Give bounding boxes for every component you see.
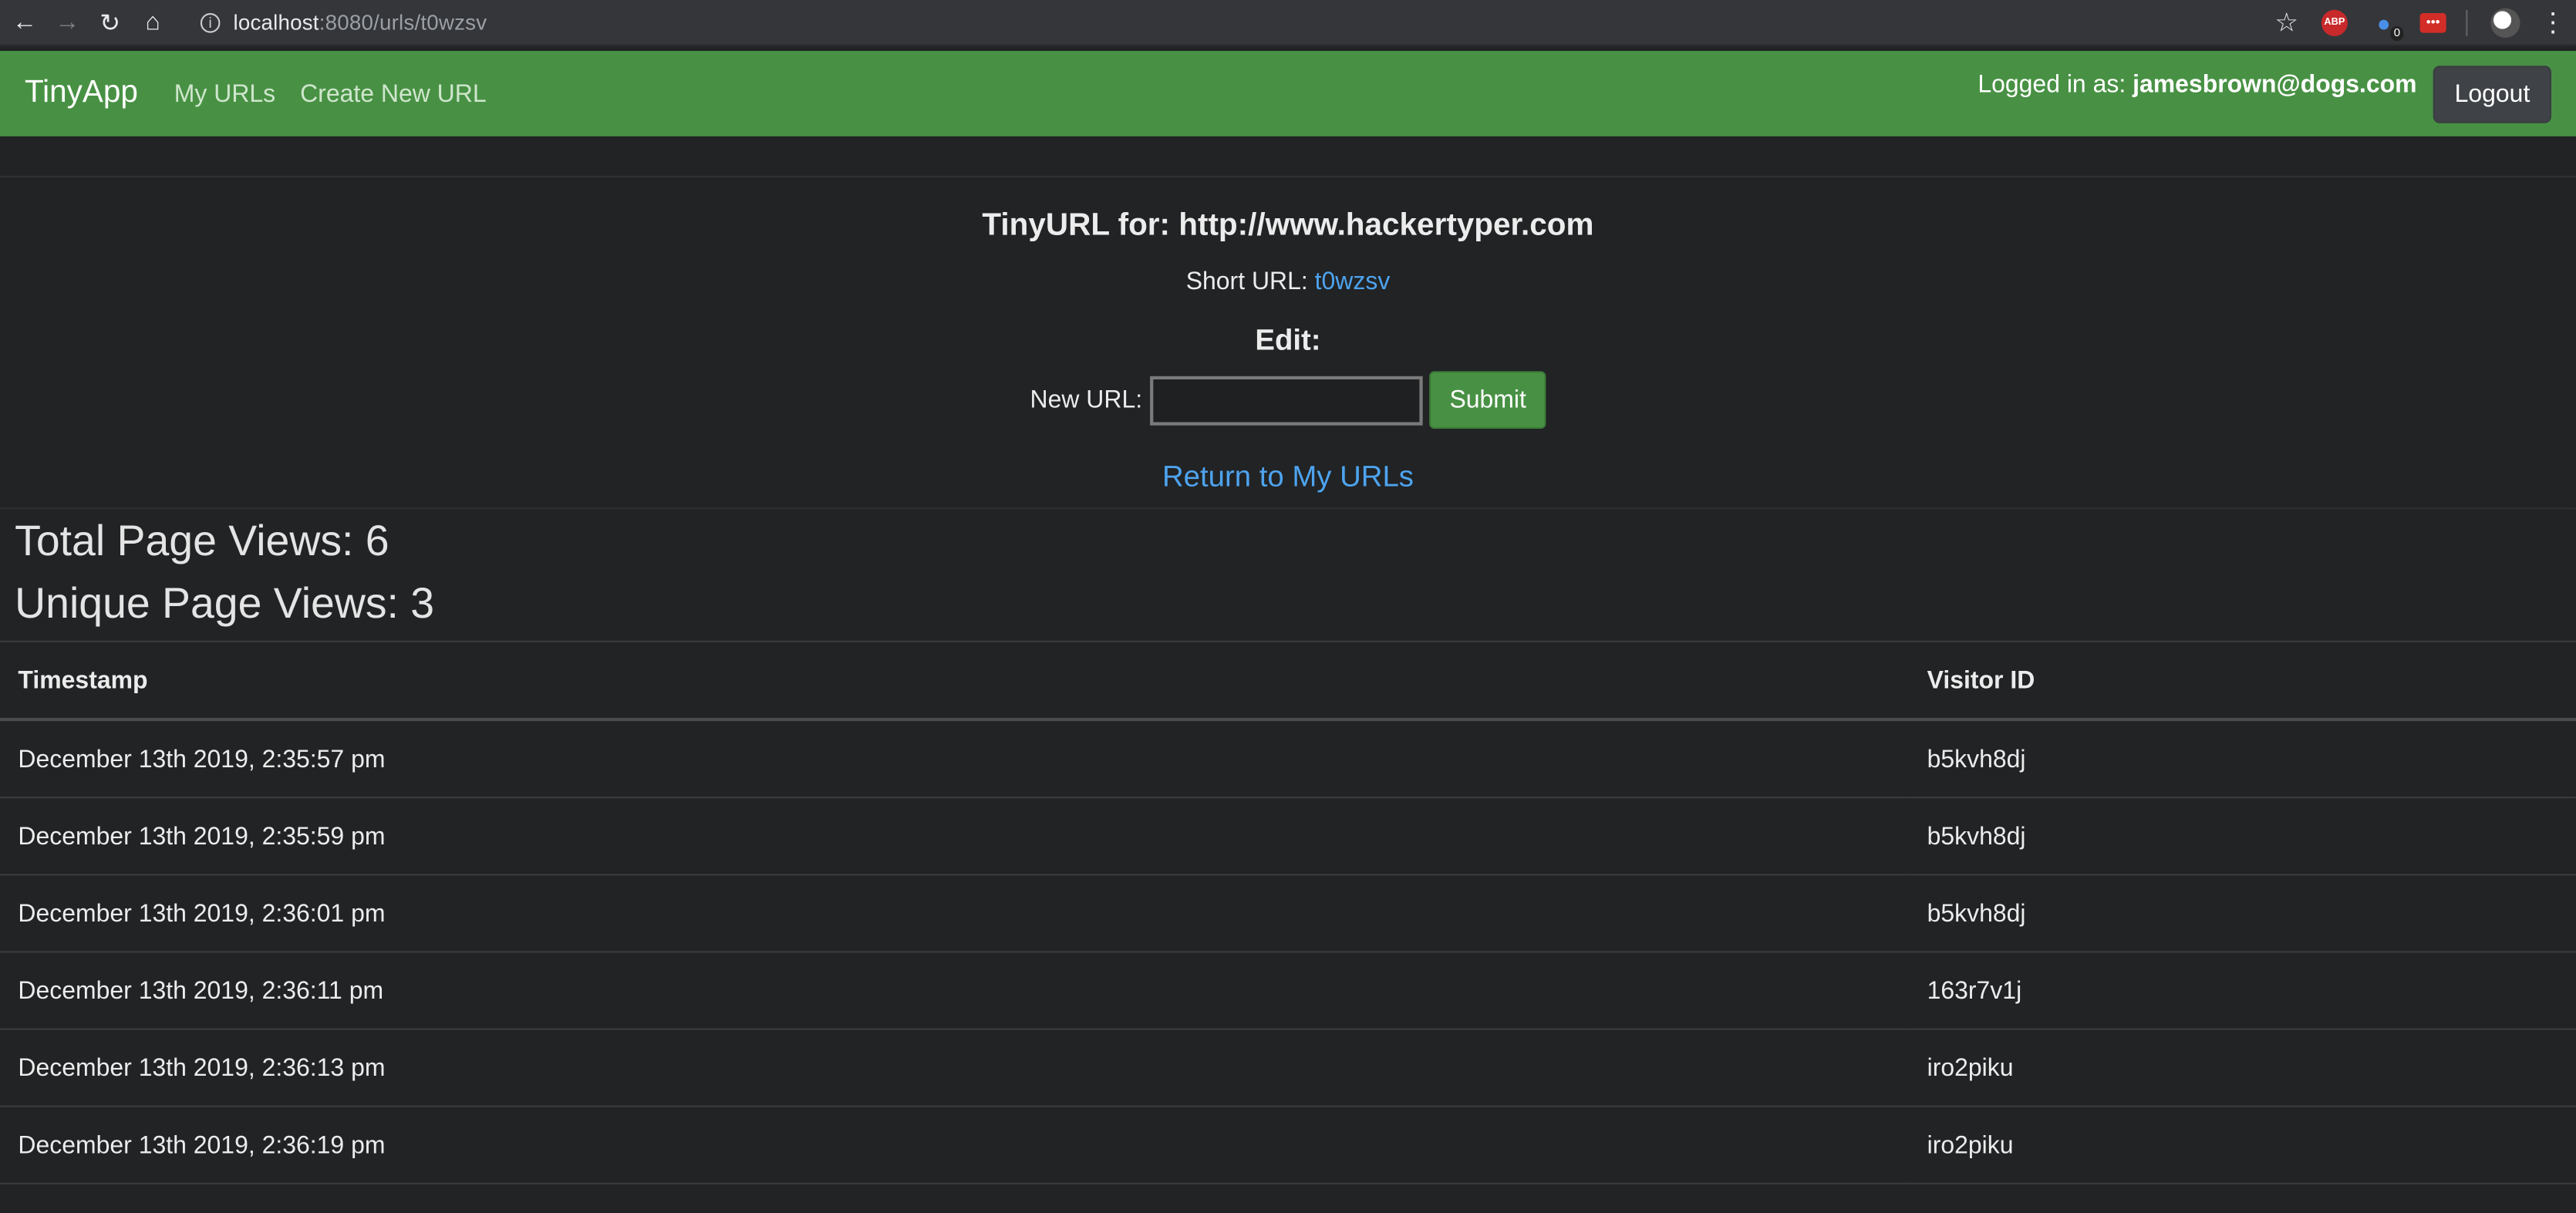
- edit-form: New URL: Submit: [0, 371, 2576, 429]
- visits-table: Timestamp Visitor ID December 13th 2019,…: [0, 640, 2576, 1184]
- visitor-id-cell: 163r7v1j: [1909, 952, 2576, 1030]
- url-host: localhost: [233, 9, 319, 35]
- tinyurl-title: TinyURL for: http://www.hackertyper.com: [982, 208, 1594, 244]
- reload-icon[interactable]: ↻: [92, 4, 128, 40]
- content-top-divider: [0, 136, 2576, 178]
- brand-link[interactable]: TinyApp: [25, 76, 138, 112]
- timestamp-cell: December 13th 2019, 2:35:59 pm: [0, 797, 1910, 876]
- logout-button[interactable]: Logout: [2433, 65, 2552, 123]
- bookmark-star-icon[interactable]: ☆: [2274, 5, 2298, 39]
- forward-icon[interactable]: →: [49, 4, 86, 40]
- timestamp-cell: December 13th 2019, 2:35:57 pm: [0, 719, 1910, 799]
- visitor-id-cell: b5kvh8dj: [1909, 719, 2576, 799]
- header-timestamp: Timestamp: [0, 640, 1910, 722]
- edit-heading: Edit:: [1255, 323, 1321, 357]
- lastpass-extension-icon[interactable]: •••: [2419, 12, 2446, 32]
- navbar-user-area: Logged in as: jamesbrown@dogs.com Logout: [1978, 51, 2552, 136]
- short-url-label: Short URL:: [1185, 268, 1308, 296]
- table-row: December 13th 2019, 2:36:01 pm b5kvh8dj: [0, 874, 2576, 953]
- ghostery-extension-icon[interactable]: ● 0: [2371, 9, 2404, 41]
- toolbar-divider: [2466, 8, 2468, 35]
- visitor-id-cell: b5kvh8dj: [1909, 874, 2576, 953]
- new-url-input[interactable]: [1150, 375, 1424, 425]
- return-to-my-urls-link[interactable]: Return to My URLs: [0, 460, 2576, 510]
- table-row: December 13th 2019, 2:36:19 pm iro2piku: [0, 1106, 2576, 1184]
- adblock-extension-icon[interactable]: ABP: [2321, 8, 2348, 35]
- nav-link-my-urls[interactable]: My URLs: [174, 79, 275, 107]
- nav-link-create-new-url[interactable]: Create New URL: [300, 79, 487, 107]
- url-path: :8080/urls/t0wzsv: [319, 9, 487, 35]
- timestamp-cell: December 13th 2019, 2:36:11 pm: [0, 952, 1910, 1030]
- table-row: December 13th 2019, 2:36:11 pm 163r7v1j: [0, 952, 2576, 1030]
- url-detail-card: TinyURL for: http://www.hackertyper.com …: [0, 209, 2576, 510]
- table-header-row: Timestamp Visitor ID: [0, 640, 2576, 722]
- page-view-stats: Total Page Views: 6 Unique Page Views: 3: [0, 509, 2576, 634]
- home-icon[interactable]: ⌂: [135, 4, 171, 40]
- timestamp-cell: December 13th 2019, 2:36:19 pm: [0, 1106, 1910, 1184]
- logged-in-prefix: Logged in as:: [1978, 69, 2126, 98]
- page: ← → ↻ ⌂ i localhost:8080/urls/t0wzsv ☆ A…: [0, 0, 2576, 1213]
- visitor-id-cell: iro2piku: [1909, 1106, 2576, 1184]
- submit-button[interactable]: Submit: [1429, 371, 1546, 429]
- toolbar-right: ☆ ABP ● 0 ••• ⋮: [2274, 0, 2566, 45]
- unique-page-views: Unique Page Views: 3: [15, 578, 435, 628]
- new-url-label: New URL:: [1030, 386, 1143, 414]
- header-visitor-id: Visitor ID: [1909, 640, 2576, 722]
- browser-toolbar: ← → ↻ ⌂ i localhost:8080/urls/t0wzsv ☆ A…: [0, 0, 2576, 46]
- app-navbar: TinyApp My URLs Create New URL Logged in…: [0, 51, 2576, 136]
- profile-avatar-icon[interactable]: [2490, 7, 2520, 37]
- logged-in-status: Logged in as: jamesbrown@dogs.com: [1978, 70, 2416, 98]
- table-row: December 13th 2019, 2:35:59 pm b5kvh8dj: [0, 797, 2576, 876]
- timestamp-cell: December 13th 2019, 2:36:13 pm: [0, 1029, 1910, 1107]
- timestamp-cell: December 13th 2019, 2:36:01 pm: [0, 874, 1910, 953]
- site-info-icon[interactable]: i: [200, 12, 221, 32]
- logged-in-user: jamesbrown@dogs.com: [2133, 69, 2417, 98]
- visitor-id-cell: b5kvh8dj: [1909, 797, 2576, 876]
- short-url-link[interactable]: t0wzsv: [1315, 268, 1391, 295]
- visitor-id-cell: iro2piku: [1909, 1029, 2576, 1107]
- table-row: December 13th 2019, 2:36:13 pm iro2piku: [0, 1029, 2576, 1107]
- main-content: TinyURL for: http://www.hackertyper.com …: [0, 136, 2576, 1184]
- short-url-line: Short URL: t0wzsv: [0, 268, 2576, 295]
- table-row: December 13th 2019, 2:35:57 pm b5kvh8dj: [0, 719, 2576, 799]
- address-bar[interactable]: localhost:8080/urls/t0wzsv: [233, 10, 487, 35]
- back-icon[interactable]: ←: [7, 4, 43, 40]
- browser-menu-icon[interactable]: ⋮: [2540, 5, 2566, 39]
- ghostery-badge: 0: [2390, 25, 2404, 41]
- total-page-views: Total Page Views: 6: [15, 515, 389, 565]
